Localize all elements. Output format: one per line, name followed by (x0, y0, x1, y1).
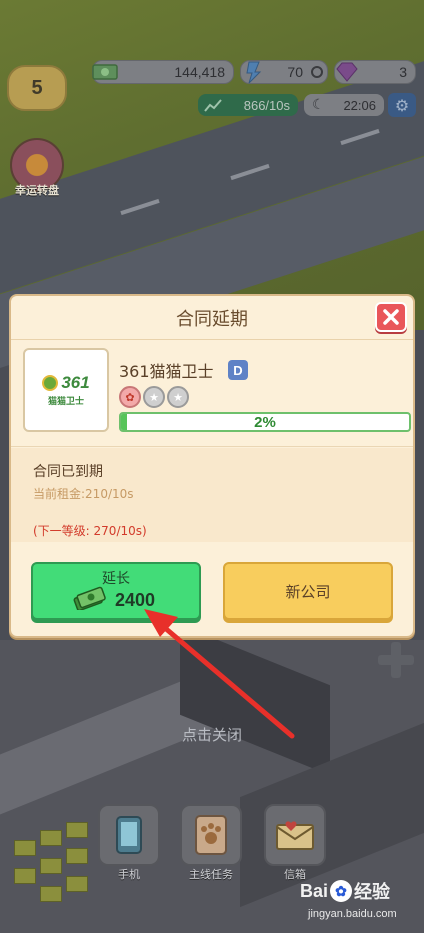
next-level-rent: (下一等级: 270/10s) (33, 524, 147, 538)
current-rent: 当前租金:210/10s (33, 487, 134, 501)
watermark-brand2: 经验 (354, 882, 391, 902)
main-quest-label: 主线任务 (189, 868, 233, 881)
baidu-watermark: Bai ✿ 经验 (300, 878, 390, 904)
extend-cost: 2400 (115, 590, 156, 610)
progress-text: 2% (254, 413, 276, 431)
extend-contract-button[interactable]: 延长 2400 (31, 562, 201, 620)
divider (11, 446, 413, 447)
time-value: 22:06 (343, 97, 376, 113)
diamond-counter[interactable]: 3 (334, 60, 416, 84)
moon-icon: ☾ (312, 96, 325, 112)
tap-to-close-hint[interactable]: 点击关闭 (0, 724, 424, 745)
watermark-brand: Bai (300, 880, 329, 901)
logo-number: 361 (61, 373, 90, 392)
mail-icon (276, 821, 314, 850)
contract-extension-dialog: 合同延期 361 猫猫卫士 361猫猫卫士 D ✿ ★ ★ 2% 合同已到期 当… (9, 294, 415, 638)
player-level: 5 (31, 76, 43, 99)
paw-card-icon (195, 815, 227, 855)
company-grade-badge: D (228, 360, 248, 380)
close-icon (383, 309, 399, 325)
chart-up-icon (204, 97, 222, 116)
watermark-url: jingyan.baidu.com (308, 908, 397, 920)
new-company-label: 新公司 (285, 582, 331, 601)
income-rate-value: 866/10s (243, 97, 290, 113)
cat-face-icon (42, 375, 59, 391)
gem-value: 70 (287, 64, 303, 80)
medal-icon: ★ (143, 386, 165, 408)
diamond-icon (333, 58, 361, 86)
new-company-button[interactable]: 新公司 (223, 562, 393, 620)
company-name: 361猫猫卫士 (119, 362, 214, 381)
phone-label: 手机 (118, 868, 140, 881)
paw-icon: ✿ (330, 880, 353, 902)
phone-button[interactable] (98, 804, 160, 866)
cash-counter[interactable]: 144,418 (92, 60, 234, 84)
diamond-value: 3 (399, 64, 407, 80)
lucky-wheel-label: 幸运转盘 (15, 184, 59, 197)
gear-icon: ⚙ (394, 95, 410, 115)
cash-stack-icon (73, 586, 106, 610)
contract-status: 合同已到期 (33, 464, 103, 480)
gem-icon (239, 58, 267, 86)
player-level-badge[interactable]: 5 (7, 65, 67, 111)
company-progress-bar: 2% (119, 412, 411, 432)
gem-counter[interactable]: 70 (240, 60, 328, 84)
phone-icon (116, 816, 142, 854)
main-quest-button[interactable] (180, 804, 242, 866)
dialog-title: 合同延期 (176, 308, 248, 330)
dialog-header: 合同延期 (11, 296, 413, 340)
game-clock: ☾ 22:06 (304, 94, 384, 116)
star-medals: ✿ ★ ★ (119, 386, 189, 408)
cash-value: 144,418 (174, 64, 225, 80)
company-card: 361 猫猫卫士 361猫猫卫士 D ✿ ★ ★ 2% (23, 348, 417, 436)
add-gems-icon[interactable] (311, 66, 323, 78)
mailbox-button[interactable] (264, 804, 326, 866)
medal-icon: ✿ (119, 386, 141, 408)
company-logo: 361 猫猫卫士 (23, 348, 109, 432)
expand-plus-icon[interactable] (378, 642, 414, 678)
extend-label: 延长 (102, 571, 130, 587)
settings-button[interactable]: ⚙ (388, 93, 416, 117)
cash-icon (91, 58, 119, 86)
logo-text: 猫猫卫士 (47, 397, 84, 407)
close-button[interactable] (375, 302, 407, 332)
medal-icon: ★ (167, 386, 189, 408)
income-rate[interactable]: 866/10s (198, 94, 298, 116)
